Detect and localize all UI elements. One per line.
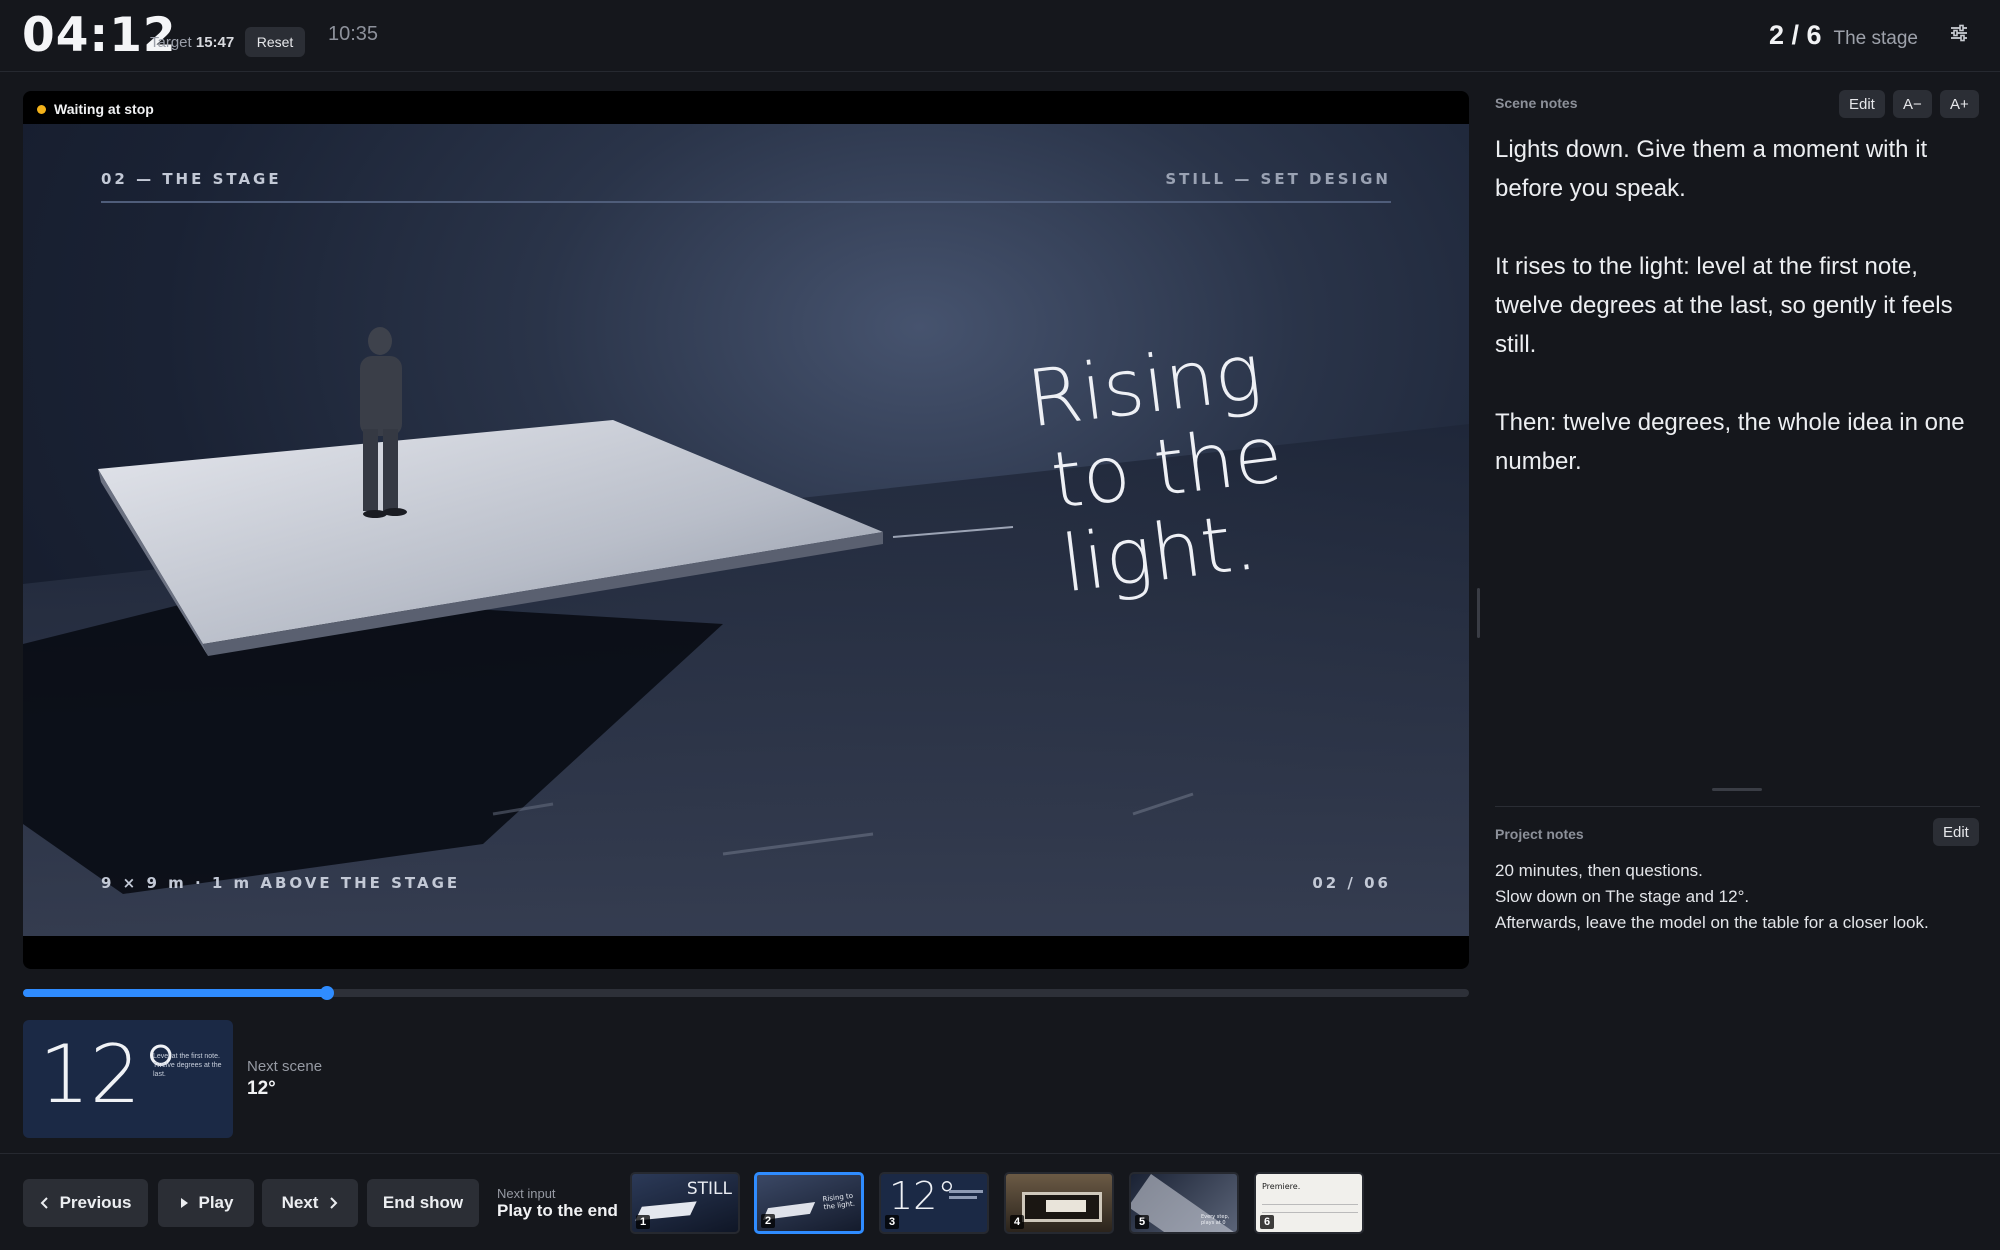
progress-handle[interactable]: [319, 986, 334, 1000]
slide-header-rule: [101, 201, 1391, 203]
next-button[interactable]: Next: [262, 1179, 358, 1227]
slide-headline: Rising to the light.: [1023, 305, 1469, 610]
next-scene-thumbnail[interactable]: 12° Level at the first note. Twelve degr…: [23, 1020, 233, 1138]
play-icon: [180, 1198, 188, 1208]
playback-status: Waiting at stop: [37, 101, 154, 117]
scene-thumbnail-5[interactable]: Every step, plays at 0 5: [1129, 1172, 1239, 1234]
previous-button[interactable]: Previous: [23, 1179, 148, 1227]
scene-notes-body: Lights down. Give them a moment with it …: [1495, 130, 1985, 520]
project-note-line: 20 minutes, then questions.: [1495, 861, 1703, 880]
thumb-title: STILL: [686, 1179, 732, 1199]
thumb-number: 1: [636, 1215, 650, 1229]
thumb-number: 3: [885, 1215, 899, 1229]
stage-preview: Waiting at stop 02 — THE STAGE STILL — S…: [23, 91, 1469, 969]
notes-divider: [1495, 806, 1980, 807]
status-text: Waiting at stop: [54, 101, 154, 117]
slide-caption: 9 × 9 m · 1 m ABOVE THE STAGE: [101, 874, 461, 892]
end-show-button[interactable]: End show: [367, 1179, 479, 1227]
edit-scene-notes-button[interactable]: Edit: [1839, 90, 1885, 118]
panel-resize-handle[interactable]: [1477, 588, 1480, 638]
scene-thumbnail-2[interactable]: Rising to the light. 2: [754, 1172, 864, 1234]
project-note-line: Afterwards, leave the model on the table…: [1495, 913, 1929, 932]
edit-project-notes-button[interactable]: Edit: [1933, 818, 1979, 846]
target-time: Target 15:47: [150, 34, 234, 51]
current-scene-title: The stage: [1833, 28, 1919, 49]
next-input-label: Next input: [497, 1186, 556, 1201]
next-input-value: Play to the end: [497, 1201, 618, 1220]
thumb-title: Every step, plays at 0: [1201, 1214, 1230, 1226]
scene-thumbnail-4[interactable]: 4: [1004, 1172, 1114, 1234]
progress-track[interactable]: [23, 986, 1469, 1000]
current-slide: 02 — THE STAGE STILL — SET DESIGN Rising…: [23, 124, 1469, 936]
play-button[interactable]: Play: [158, 1179, 254, 1227]
scene-notes-heading: Scene notes: [1495, 95, 1578, 111]
thumb-number: 6: [1260, 1215, 1274, 1229]
next-label: Next: [281, 1193, 319, 1212]
slide-page-number: 02 / 06: [1312, 874, 1391, 892]
play-label: Play: [198, 1193, 234, 1212]
notes-resize-handle[interactable]: [1712, 788, 1762, 791]
target-value: 15:47: [195, 34, 235, 51]
project-notes-heading: Project notes: [1495, 826, 1584, 842]
scene-thumbnail-3[interactable]: 12° 3: [879, 1172, 989, 1234]
thumb-title: Premiere.: [1262, 1182, 1301, 1191]
thumb-title: 12°: [889, 1174, 957, 1218]
project-note-line: Slow down on The stage and 12°.: [1495, 887, 1750, 906]
wall-clock: 10:35: [328, 23, 379, 45]
scene-position: 2 / 6 The stage: [1769, 20, 1918, 51]
project-notes-body: 20 minutes, then questions. Slow down on…: [1495, 858, 1929, 936]
scene-note-paragraph: Lights down. Give them a moment with it …: [1495, 136, 1928, 202]
progress-fill: [23, 989, 327, 997]
previous-label: Previous: [59, 1193, 132, 1212]
target-label: Target: [150, 34, 192, 51]
status-dot-icon: [37, 104, 46, 114]
reset-button[interactable]: Reset: [245, 27, 305, 57]
scene-thumbnail-1[interactable]: STILL 1: [630, 1172, 740, 1234]
increase-font-button[interactable]: A+: [1940, 90, 1979, 118]
thumb-title: Rising to the light.: [822, 1191, 856, 1212]
slide-category-label: STILL — SET DESIGN: [1165, 170, 1391, 188]
top-bar: 04:12 Target 15:47 Reset 10:35 2 / 6 The…: [0, 0, 2000, 72]
thumb-number: 2: [761, 1214, 775, 1228]
next-thumb-text: Level at the first note. Twelve degrees …: [153, 1053, 222, 1078]
chevron-right-icon: [330, 1197, 338, 1209]
scene-thumbnail-6[interactable]: Premiere. 6: [1254, 1172, 1364, 1234]
next-scene-label: Next scene: [247, 1058, 323, 1075]
next-scene-title: 12°: [247, 1078, 276, 1099]
settings-sliders-icon[interactable]: [1948, 22, 1970, 44]
thumb-number: 4: [1010, 1215, 1024, 1229]
scene-note-paragraph: Then: twelve degrees, the whole idea in …: [1495, 409, 1965, 475]
scene-counter: 2 / 6: [1768, 20, 1822, 50]
scene-note-paragraph: It rises to the light: level at the firs…: [1495, 253, 1953, 358]
chevron-left-icon: [40, 1197, 48, 1209]
slide-section-label: 02 — THE STAGE: [101, 170, 282, 188]
thumb-number: 5: [1135, 1215, 1149, 1229]
decrease-font-button[interactable]: A−: [1893, 90, 1932, 118]
